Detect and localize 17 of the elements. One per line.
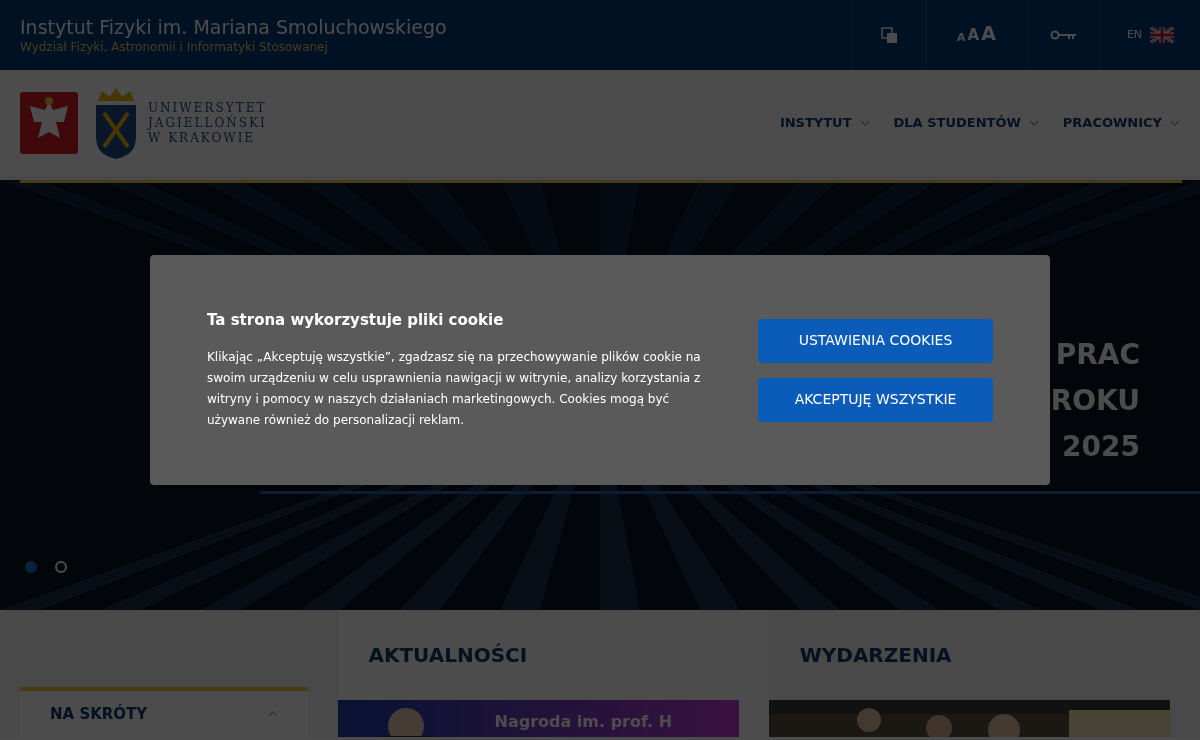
dialog-text: Klikając „Akceptuję wszystkie”, zgadzasz się na przechowywanie plików cookie na swoim urządzeniu w celu usprawnienia nawigacji w witrynie, analizy korzystania z witryny i pomocy w naszych działaniach marketingowych. Cookies mogą być używane również do personalizacji reklam. [207, 349, 702, 430]
institute-title[interactable]: Instytut Fizyki im. Mariana Smoluchowskiego [20, 15, 447, 39]
cookie-button[interactable]: AKCEPTUJĘ WSZYSTKIE [758, 377, 993, 422]
section-heading: AKTUALNOŚCI [367, 642, 529, 669]
cookie-button[interactable]: USTAWIENIA COOKIES [758, 318, 993, 363]
dialog-title: Ta strona wykorzystuje pliki cookie [207, 309, 505, 331]
section-heading: WYDARZENIA [798, 642, 953, 669]
panel-title: NA SKRÓTY [50, 703, 148, 725]
slide-headline: 2025 [1062, 429, 1140, 465]
font-size-button[interactable]: A [981, 24, 996, 43]
university-name: W KRAKOWIE [148, 130, 257, 146]
university-name: JAGIELLOŃSKI [148, 115, 267, 131]
university-name: UNIWERSYTET [148, 100, 267, 115]
slide-headline: ROKU [1050, 383, 1140, 419]
font-size-button[interactable]: A [957, 32, 966, 43]
font-size-button[interactable]: A [967, 28, 980, 43]
slide-headline: PRAC [1055, 337, 1140, 373]
